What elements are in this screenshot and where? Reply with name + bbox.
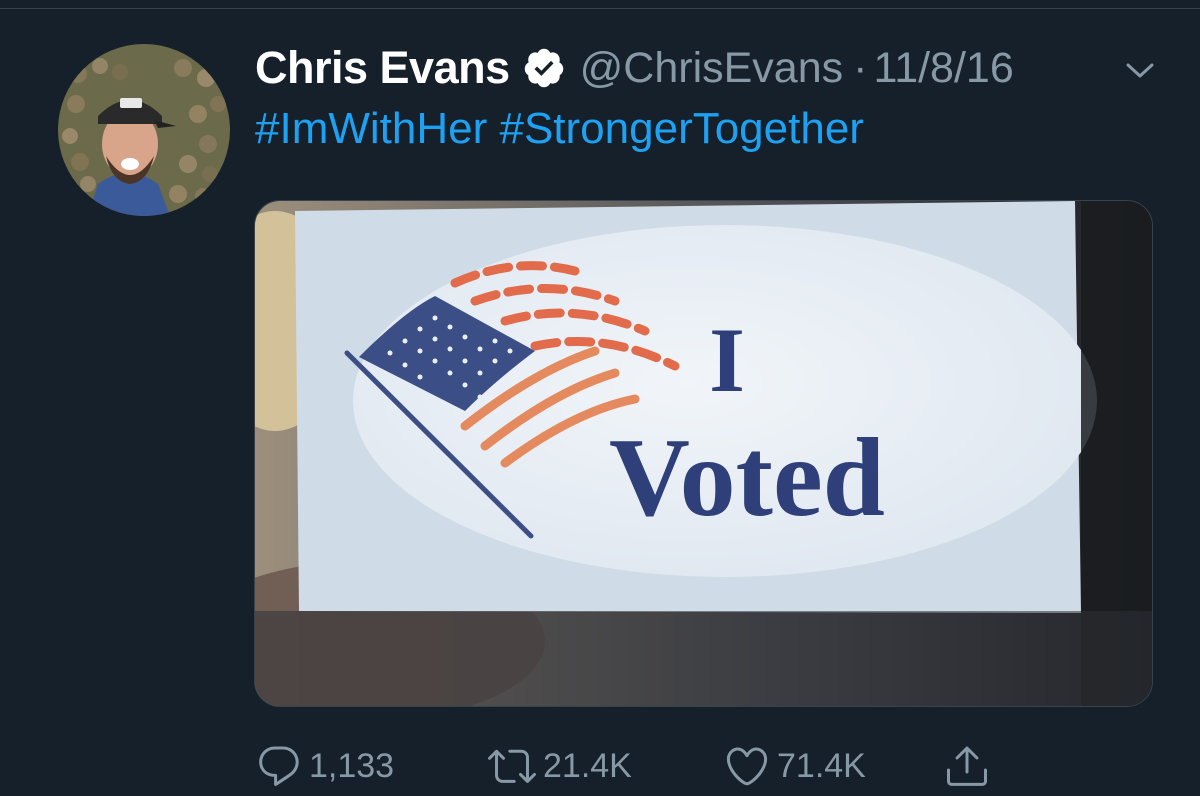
like-button[interactable]: 71.4K (723, 742, 943, 790)
user-handle[interactable]: @ChrisEvans (580, 44, 844, 93)
retweet-count: 21.4K (543, 746, 632, 785)
avatar[interactable] (58, 44, 230, 216)
hashtag-link[interactable]: #ImWithHer (255, 104, 487, 153)
heart-icon (726, 747, 768, 786)
hashtag-link[interactable]: #StrongerTogether (499, 104, 863, 153)
avatar-image (58, 44, 230, 216)
sticker-line-1: I (709, 309, 745, 411)
sticker-line-2: Voted (609, 416, 885, 540)
share-icon (947, 746, 987, 786)
tweet-date[interactable]: 11/8/16 (873, 44, 1013, 93)
media-photo[interactable]: I Voted (254, 200, 1153, 707)
reply-count: 1,133 (309, 746, 395, 785)
tweet-text: #ImWithHer #StrongerTogether (255, 104, 864, 154)
tweet-actions: 1,133 21.4K 71.4K (255, 736, 1003, 796)
chevron-down-icon[interactable] (1118, 54, 1162, 88)
retweet-icon (488, 749, 536, 783)
retweet-button[interactable]: 21.4K (487, 742, 723, 790)
separator-dot: · (853, 43, 868, 92)
reply-button[interactable]: 1,133 (255, 742, 487, 790)
i-voted-sticker-image: I Voted (255, 201, 1152, 706)
share-button[interactable] (943, 742, 1003, 790)
verified-badge-icon (522, 46, 566, 90)
display-name[interactable]: Chris Evans (255, 42, 510, 94)
like-count: 71.4K (777, 746, 866, 785)
tweet-header: Chris Evans @ChrisEvans · 11/8/16 (255, 40, 1014, 96)
reply-icon (259, 746, 299, 786)
tweet[interactable]: Chris Evans @ChrisEvans · 11/8/16 #ImWit… (0, 0, 1200, 794)
